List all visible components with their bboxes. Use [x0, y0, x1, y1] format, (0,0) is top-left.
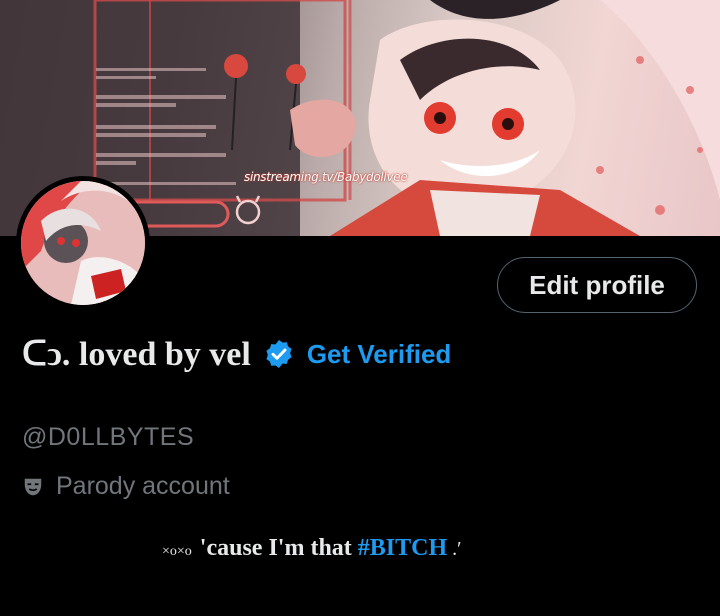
bio-prefix: ×o×o	[162, 544, 192, 559]
profile-name-row: ᑕↄ. loved by vel Get Verified	[22, 334, 451, 374]
parody-text: Parody account	[56, 472, 230, 500]
display-name: ᑕↄ. loved by vel	[22, 336, 251, 373]
verified-badge-icon[interactable]	[263, 338, 295, 370]
profile-bio: ×o×o 'cause I'm that #BITCH .′	[162, 535, 462, 562]
theater-mask-icon	[24, 478, 42, 495]
avatar[interactable]	[16, 176, 150, 310]
bio-tail: .′	[447, 538, 462, 560]
edit-profile-button[interactable]: Edit profile	[497, 257, 697, 313]
bio-hashtag-link[interactable]: #BITCH	[358, 535, 447, 561]
profile-handle: @D0LLBYTES	[22, 423, 195, 451]
parody-account-label: Parody account	[22, 472, 230, 501]
banner-watermark: sinstreaming.tv/Babydollvee	[244, 170, 408, 184]
get-verified-link[interactable]: Get Verified	[307, 339, 452, 370]
bio-text: 'cause I'm that	[199, 535, 358, 561]
avatar-image	[21, 181, 145, 305]
